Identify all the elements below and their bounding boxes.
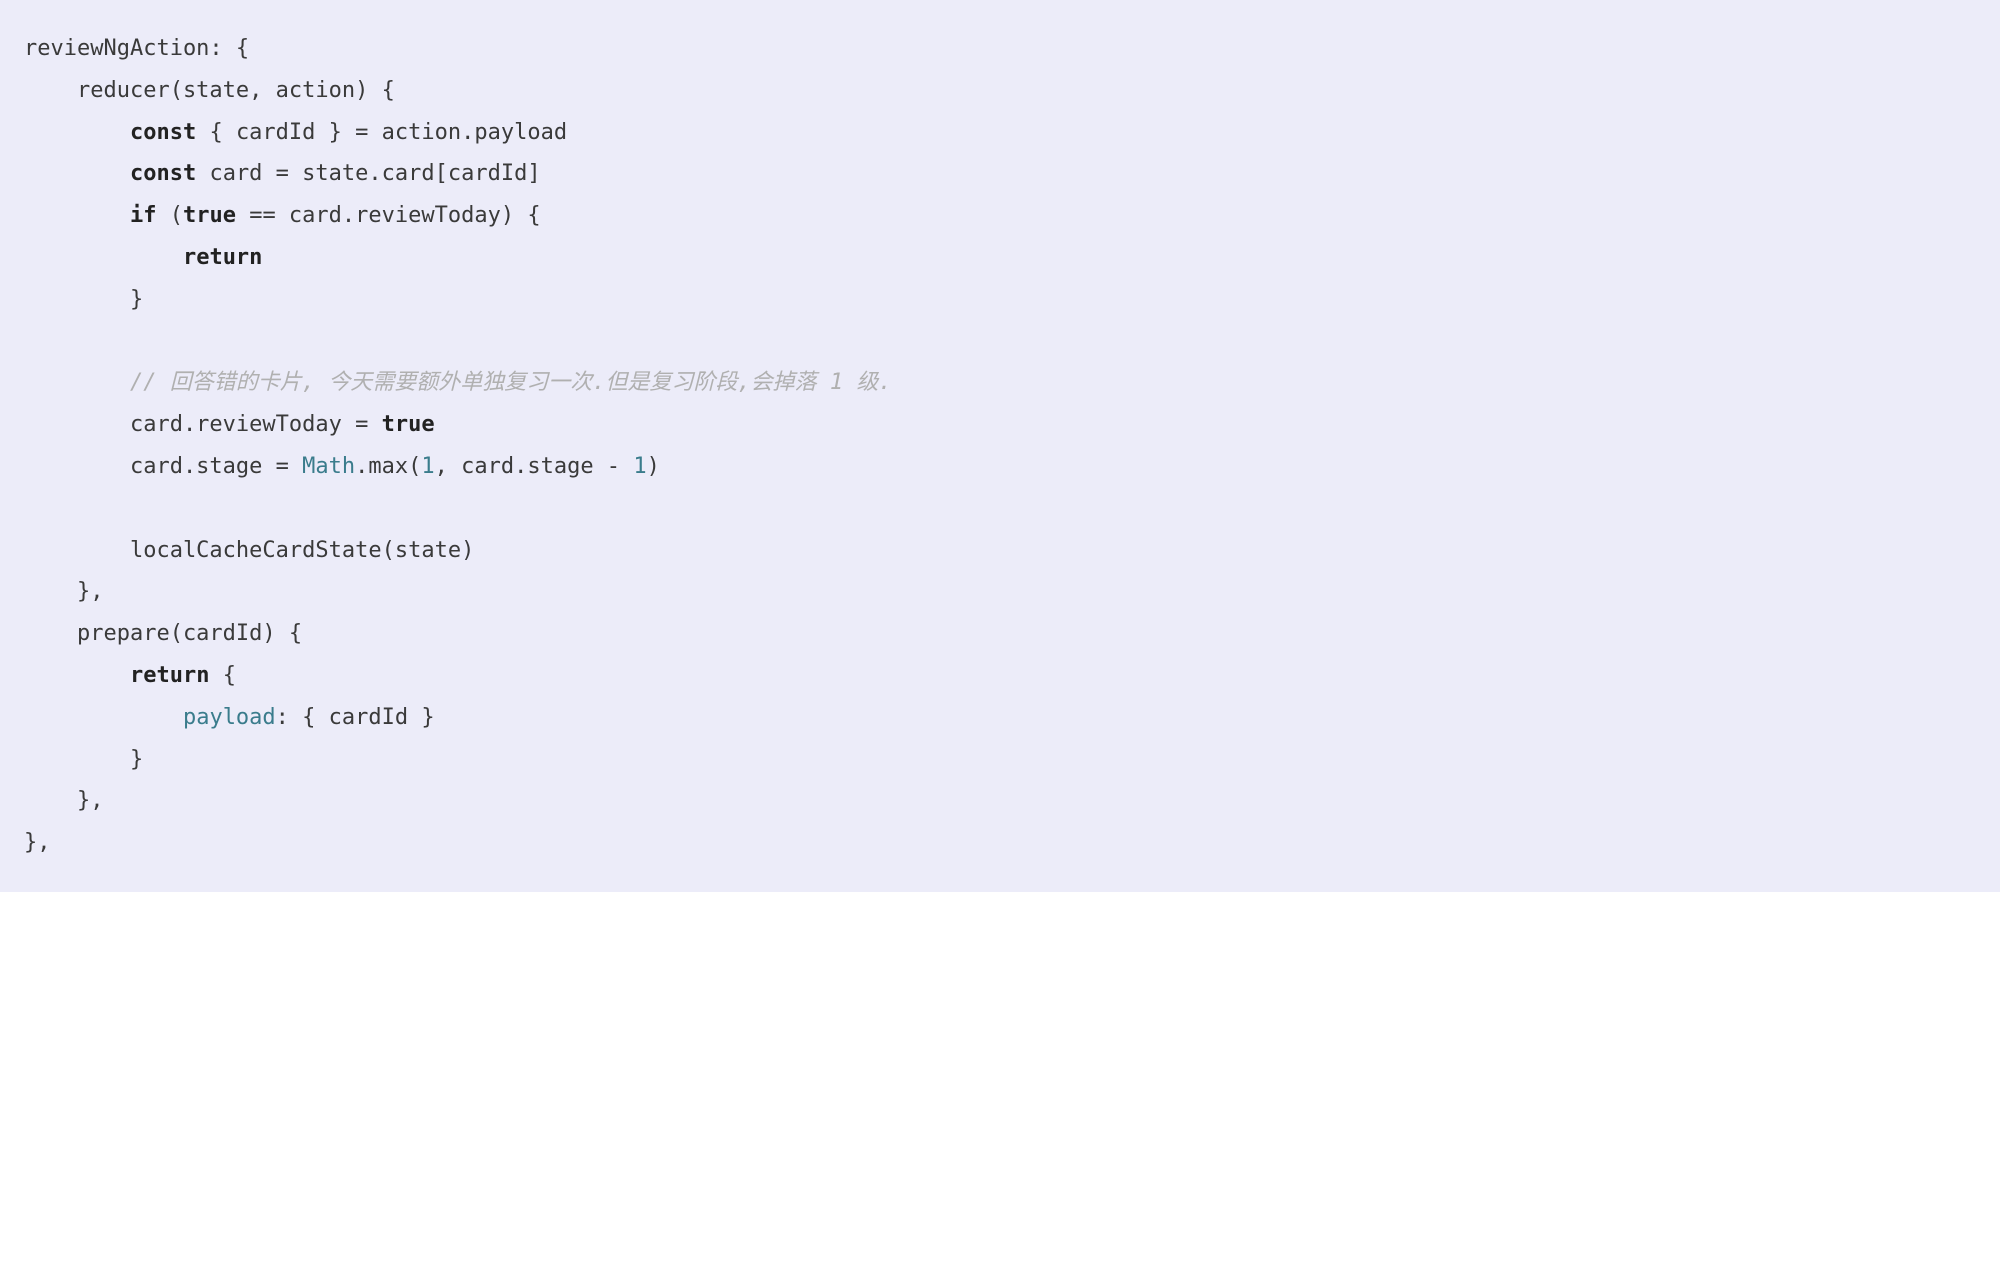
keyword-return: return (130, 663, 209, 688)
code-text: , card.stage - (435, 454, 634, 479)
keyword-return: return (183, 245, 262, 270)
code-text: card.stage = (24, 454, 302, 479)
number-literal: 1 (633, 454, 646, 479)
attr-payload: payload (183, 705, 276, 730)
code-block: reviewNgAction: { reducer(state, action)… (0, 0, 2000, 892)
code-line-5: if (true == card.reviewToday) { (24, 203, 541, 228)
code-text: ( (156, 203, 183, 228)
code-text: card.reviewToday = (24, 412, 382, 437)
code-text: .max( (355, 454, 421, 479)
code-line-2: reducer(state, action) { (24, 78, 395, 103)
indent (24, 161, 130, 186)
code-line-7: } (24, 287, 143, 312)
code-line-15: prepare(cardId) { (24, 621, 302, 646)
code-text: : { cardId } (276, 705, 435, 730)
code-line-19: }, (24, 788, 103, 813)
code-line-17: payload: { cardId } (24, 705, 435, 730)
code-line-3: const { cardId } = action.payload (24, 120, 567, 145)
code-line-4: const card = state.card[cardId] (24, 161, 541, 186)
code-line-16: return { (24, 663, 236, 688)
indent (24, 245, 183, 270)
code-text: { (209, 663, 236, 688)
code-line-1: reviewNgAction: { (24, 36, 249, 61)
keyword-true: true (183, 203, 236, 228)
keyword-const: const (130, 161, 196, 186)
code-text: card = state.card[cardId] (196, 161, 540, 186)
code-text: ) (647, 454, 660, 479)
keyword-true: true (382, 412, 435, 437)
code-line-20: }, (24, 830, 51, 855)
code-line-6: return (24, 245, 262, 270)
keyword-const: const (130, 120, 196, 145)
code-line-9: // 回答错的卡片, 今天需要额外单独复习一次.但是复习阶段,会掉落 1 级. (24, 370, 892, 395)
code-line-14: }, (24, 579, 103, 604)
class-math: Math (302, 454, 355, 479)
indent (24, 663, 130, 688)
indent (24, 120, 130, 145)
code-text: == card.reviewToday) { (236, 203, 541, 228)
indent (24, 705, 183, 730)
number-literal: 1 (421, 454, 434, 479)
code-comment: // 回答错的卡片, 今天需要额外单独复习一次.但是复习阶段,会掉落 1 级. (130, 370, 892, 395)
indent (24, 370, 130, 395)
code-line-11: card.stage = Math.max(1, card.stage - 1) (24, 454, 660, 479)
indent (24, 203, 130, 228)
code-line-10: card.reviewToday = true (24, 412, 435, 437)
code-line-18: } (24, 747, 143, 772)
code-line-13: localCacheCardState(state) (24, 538, 474, 563)
keyword-if: if (130, 203, 157, 228)
code-text: { cardId } = action.payload (196, 120, 567, 145)
